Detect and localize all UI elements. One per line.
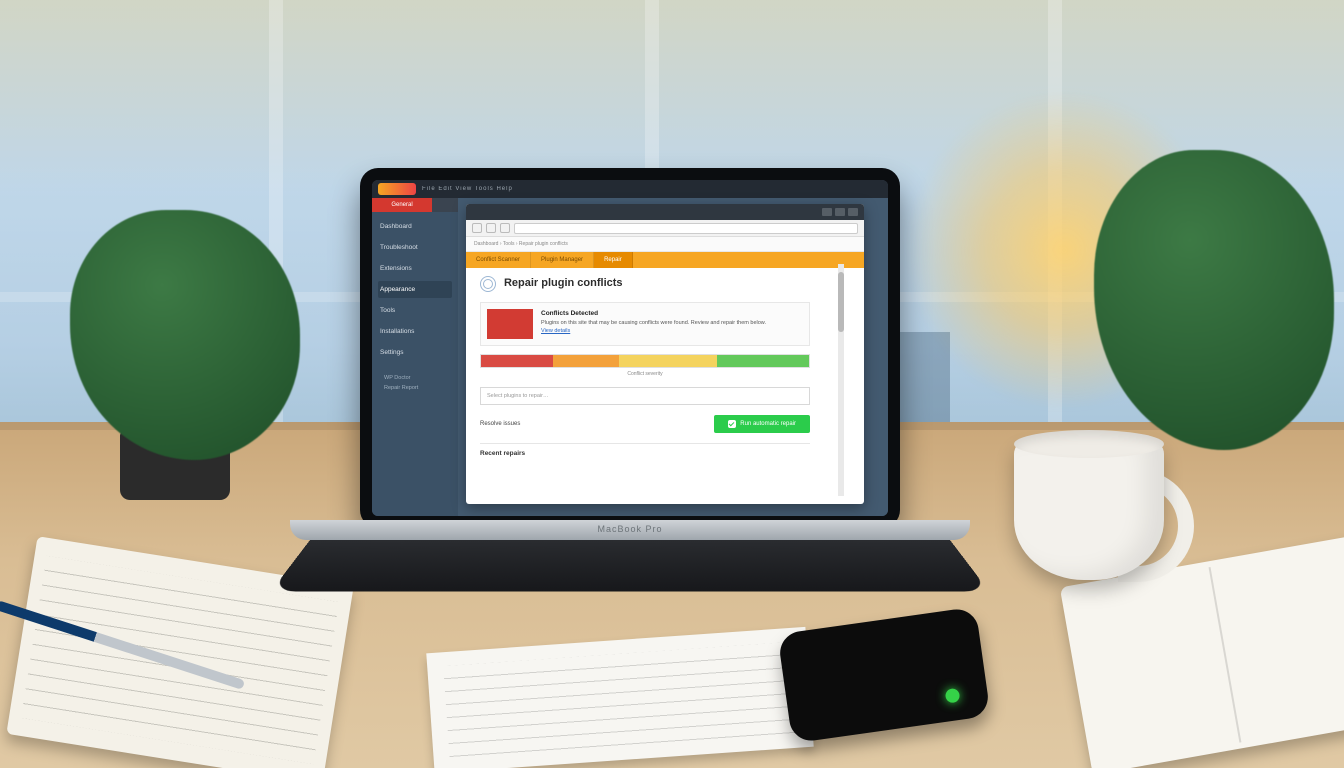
url-field[interactable]: [514, 223, 858, 234]
breadcrumb: Dashboard › Tools › Repair plugin confli…: [466, 237, 864, 252]
sidebar-item-tools[interactable]: Tools: [378, 302, 452, 319]
alert-body: Plugins on this site that may be causing…: [541, 320, 766, 326]
alert-details-link[interactable]: View details: [541, 328, 570, 334]
action-label: Resolve issues: [480, 421, 520, 427]
tabs-bar: Conflict Scanner Plugin Manager Repair: [466, 252, 864, 268]
check-icon: [728, 420, 736, 428]
window-max-icon[interactable]: [835, 208, 845, 216]
recent-repairs-heading: Recent repairs: [480, 450, 810, 457]
meter-seg-critical: [481, 355, 553, 367]
wordpress-icon: [480, 276, 496, 292]
sidebar-item-extensions[interactable]: Extensions: [378, 260, 452, 277]
back-icon[interactable]: [472, 223, 482, 233]
sidebar-sub-wpdoctor[interactable]: WP Doctor: [378, 373, 452, 383]
laptop-keyboard: [271, 540, 989, 592]
coffee-mug: [1014, 430, 1194, 590]
run-repair-button-label: Run automatic repair: [740, 421, 796, 427]
tab-plugin-manager[interactable]: Plugin Manager: [531, 252, 594, 268]
plugin-select-field[interactable]: Select plugins to repair…: [480, 387, 810, 405]
app-topbar: File Edit View Tools Help: [372, 180, 888, 198]
page-body: Repair plugin conflicts Conflicts Detect…: [466, 268, 864, 465]
sidebar: Dashboard Troubleshoot Extensions Appear…: [372, 212, 458, 516]
forward-icon[interactable]: [486, 223, 496, 233]
divider: [480, 443, 810, 444]
scrollbar-thumb[interactable]: [838, 272, 844, 332]
secondary-tab[interactable]: [432, 198, 460, 212]
tab-repair[interactable]: Repair: [594, 252, 633, 268]
tab-conflict-scanner[interactable]: Conflict Scanner: [466, 252, 531, 268]
page-title: Repair plugin conflicts: [504, 277, 623, 289]
notification-led: [945, 688, 961, 704]
window-titlebar: [466, 204, 864, 220]
app-logo: [378, 183, 416, 195]
address-bar: [466, 220, 864, 237]
severity-meter: [480, 354, 810, 368]
sidebar-sub-repair-report[interactable]: Repair Report: [378, 383, 452, 393]
window-close-icon[interactable]: [848, 208, 858, 216]
scene-photo: File Edit View Tools Help General Dashbo…: [0, 0, 1344, 768]
meter-caption: Conflict severity: [480, 371, 810, 377]
primary-tab[interactable]: General: [372, 198, 432, 212]
reload-icon[interactable]: [500, 223, 510, 233]
laptop-brand: MacBook Pro: [597, 524, 662, 534]
meter-seg-medium: [619, 355, 717, 367]
run-repair-button[interactable]: Run automatic repair: [714, 415, 810, 433]
laptop: File Edit View Tools Help General Dashbo…: [360, 168, 900, 598]
plant-right: [1094, 150, 1334, 450]
app-menu-hint: File Edit View Tools Help: [422, 186, 513, 192]
sidebar-item-installations[interactable]: Installations: [378, 323, 452, 340]
scrollbar[interactable]: [838, 264, 844, 496]
sidebar-item-troubleshoot[interactable]: Troubleshoot: [378, 239, 452, 256]
sidebar-item-settings[interactable]: Settings: [378, 344, 452, 361]
sidebar-item-appearance[interactable]: Appearance: [378, 281, 452, 298]
workarea: Dashboard › Tools › Repair plugin confli…: [458, 198, 888, 516]
browser-window: Dashboard › Tools › Repair plugin confli…: [466, 204, 864, 504]
plugin-select-placeholder: Select plugins to repair…: [487, 393, 548, 399]
window-min-icon[interactable]: [822, 208, 832, 216]
alert-title: Conflicts Detected: [541, 309, 803, 318]
meter-seg-high: [553, 355, 619, 367]
alert-severity-badge: [487, 309, 533, 339]
meter-seg-ok: [717, 355, 809, 367]
admin-ui-root: File Edit View Tools Help General Dashbo…: [372, 180, 888, 516]
conflict-alert: Conflicts Detected Plugins on this site …: [480, 302, 810, 346]
laptop-screen: File Edit View Tools Help General Dashbo…: [360, 168, 900, 528]
sidebar-item-dashboard[interactable]: Dashboard: [378, 218, 452, 235]
